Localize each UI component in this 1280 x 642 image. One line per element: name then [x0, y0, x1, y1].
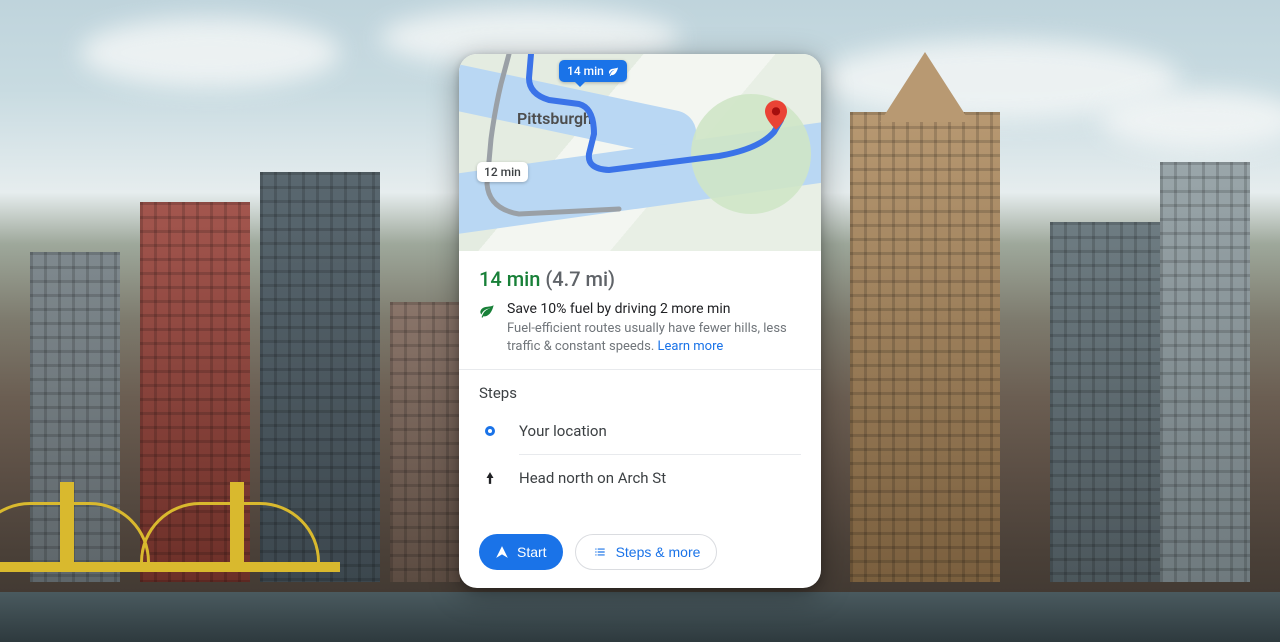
learn-more-link[interactable]: Learn more	[658, 339, 724, 354]
route-distance: (4.7 mi)	[545, 267, 615, 291]
building-deco	[850, 112, 1000, 582]
alt-route-badge[interactable]: 12 min	[477, 162, 528, 182]
steps-header: Steps	[479, 384, 801, 402]
navigate-icon	[495, 545, 509, 559]
bridge-deco	[0, 492, 340, 602]
directions-card: Pittsburgh 12 min 14 min 14 min (4.7 mi)…	[459, 54, 821, 588]
building-deco	[390, 302, 460, 582]
eco-title: Save 10% fuel by driving 2 more min	[507, 301, 801, 317]
step-origin[interactable]: Your location	[479, 408, 801, 454]
card-footer: Start Steps & more	[459, 520, 821, 588]
leaf-icon	[608, 66, 619, 77]
route-duration: 14 min	[479, 267, 540, 291]
steps-more-button-label: Steps & more	[616, 544, 701, 560]
step-label: Head north on Arch St	[519, 469, 666, 487]
leaf-icon	[479, 301, 495, 355]
steps-more-button[interactable]: Steps & more	[575, 534, 718, 570]
step-label: Your location	[519, 422, 607, 440]
step-direction[interactable]: Head north on Arch St	[479, 455, 801, 501]
origin-dot-icon	[485, 426, 495, 436]
list-icon	[592, 545, 608, 559]
cloud-deco	[80, 18, 340, 88]
main-route-badge[interactable]: 14 min	[559, 60, 627, 82]
start-button-label: Start	[517, 544, 547, 560]
route-summary: 14 min (4.7 mi)	[479, 267, 801, 291]
building-deco	[1160, 162, 1250, 582]
map-preview[interactable]: Pittsburgh 12 min 14 min	[459, 54, 821, 251]
building-deco	[880, 52, 970, 122]
main-route-line	[459, 54, 821, 251]
main-route-badge-text: 14 min	[567, 64, 604, 78]
building-deco	[1050, 222, 1160, 582]
divider	[459, 369, 821, 370]
destination-pin-icon	[765, 100, 787, 130]
eco-route-info: Save 10% fuel by driving 2 more min Fuel…	[479, 301, 801, 355]
start-button[interactable]: Start	[479, 534, 563, 570]
arrow-up-icon	[479, 469, 501, 487]
eco-description: Fuel-efficient routes usually have fewer…	[507, 320, 801, 355]
water-deco	[0, 592, 1280, 642]
